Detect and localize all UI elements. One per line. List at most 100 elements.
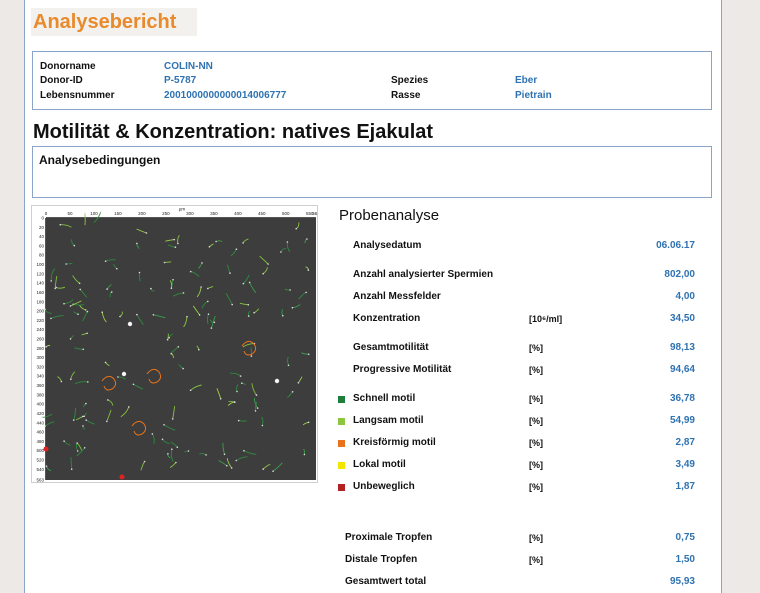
sperm-head [45,346,47,348]
sperm-head [63,440,65,442]
sperm-head [229,272,231,274]
analysis-row-label: Unbeweglich [353,481,415,492]
legend-square [338,440,345,447]
y-tick-label: 220 [36,318,44,323]
life-number-label: Lebensnummer [40,90,115,101]
sperm-head [152,314,155,316]
sperm-head [73,244,76,247]
sperm-head [242,242,244,244]
y-tick-label: 280 [36,346,44,351]
sperm-head [104,361,107,364]
sperm-head [307,421,310,424]
sperm-head [83,447,86,449]
analysis-row-label: Schnell motil [353,393,416,404]
analysis-row-value: 2,87 [675,437,695,448]
analysis-row-label: Lokal motil [353,459,406,470]
sperm-head [280,251,282,253]
sperm-head [236,390,238,393]
x-tick-label: 150 [114,211,122,216]
analysis-row-unit: [%] [529,365,543,375]
sperm-head [254,410,257,412]
sperm-head [182,292,185,294]
sperm-head [84,309,87,311]
analysis-row-label: Proximale Tropfen [345,532,433,543]
conditions-box: Analysebedingungen [32,146,712,198]
y-tick-label: 60 [39,243,45,248]
sperm-head [261,424,264,427]
sperm-head [116,267,118,270]
x-tick-label: 450 [258,211,266,216]
y-tick-label: 420 [36,411,44,416]
sperm-head [226,464,228,467]
section-title: Motilität & Konzentration: natives Ejaku… [33,121,434,143]
analysis-row-label: Analysedatum [353,240,422,251]
sperm-head [231,303,233,306]
sperm-head [161,438,164,441]
x-tick-label: 300 [186,211,194,216]
y-tick-label: 0 [41,216,44,221]
analysis-row-label: Konzentration [353,313,421,324]
sperm-head [70,378,72,381]
y-tick-label: 460 [36,430,44,435]
x-tick-label: 350 [210,211,218,216]
analysis-row-label: Langsam motil [353,415,424,426]
legend-square [338,418,345,425]
sperm-head [170,352,173,355]
x-tick-label: 0 [45,211,48,216]
sperm-head [208,246,211,248]
sperm-head [82,348,84,351]
sperm-head [76,442,78,444]
sperm-head [243,449,245,452]
x-tick-label: 50 [67,211,73,216]
sperm-head [247,304,250,306]
report-page: Analysebericht Donorname COLIN-NN Donor-… [24,0,722,593]
sperm-head [242,282,245,285]
analysis-row-value: 4,00 [675,291,695,302]
sperm-head [82,425,84,427]
legend-square [338,484,345,491]
y-tick-label: 480 [36,439,44,444]
y-tick-label: 100 [36,262,44,267]
sperm-head [241,382,243,384]
sperm-head [151,433,154,435]
y-tick-label: 200 [36,309,44,314]
donor-name-value: COLIN-NN [164,61,213,72]
analysis-row-label: Distale Tropfen [345,554,418,565]
analysis-row-unit: [%] [529,555,543,565]
donor-id-label: Donor-ID [40,75,83,86]
analysis-row-value: 0,75 [675,532,695,543]
sperm-head [239,375,242,377]
sperm-head [282,314,284,317]
y-tick-label: 340 [36,374,44,379]
analysis-row-unit: [%] [529,482,543,492]
y-tick-label: 260 [36,336,44,341]
sperm-head [303,453,306,456]
sperm-head [176,446,179,448]
y-tick-label: 360 [36,383,44,388]
analysis-row-value: 34,50 [669,313,695,324]
sperm-head [70,468,73,471]
sperm-head [69,338,72,340]
sperm-head [286,241,289,243]
immotile-marker [43,446,49,452]
sperm-head [198,348,200,351]
sperm-head [305,291,307,294]
sperm-head [60,380,63,383]
donor-id-value: P-5787 [164,75,197,86]
microscope-svg: 0501001502002503003504004505005505630204… [36,207,317,483]
sperm-head [72,419,75,421]
sperm-head [230,467,233,469]
sperm-head [253,311,255,314]
sperm-head [166,338,169,341]
sperm-head [291,391,294,393]
x-tick-label: 500 [282,211,290,216]
sperm-head [262,272,264,275]
sperm-head [198,314,201,316]
analysis-row-label: Gesamtwert total [345,576,427,587]
donor-info-box: Donorname COLIN-NN Donor-ID P-5787 Leben… [32,51,712,110]
y-tick-label: 240 [36,327,44,332]
sperm-head [163,424,165,426]
y-tick-label: 380 [36,392,44,397]
sperm-head [171,418,174,420]
y-tick-label: 500 [36,448,44,453]
